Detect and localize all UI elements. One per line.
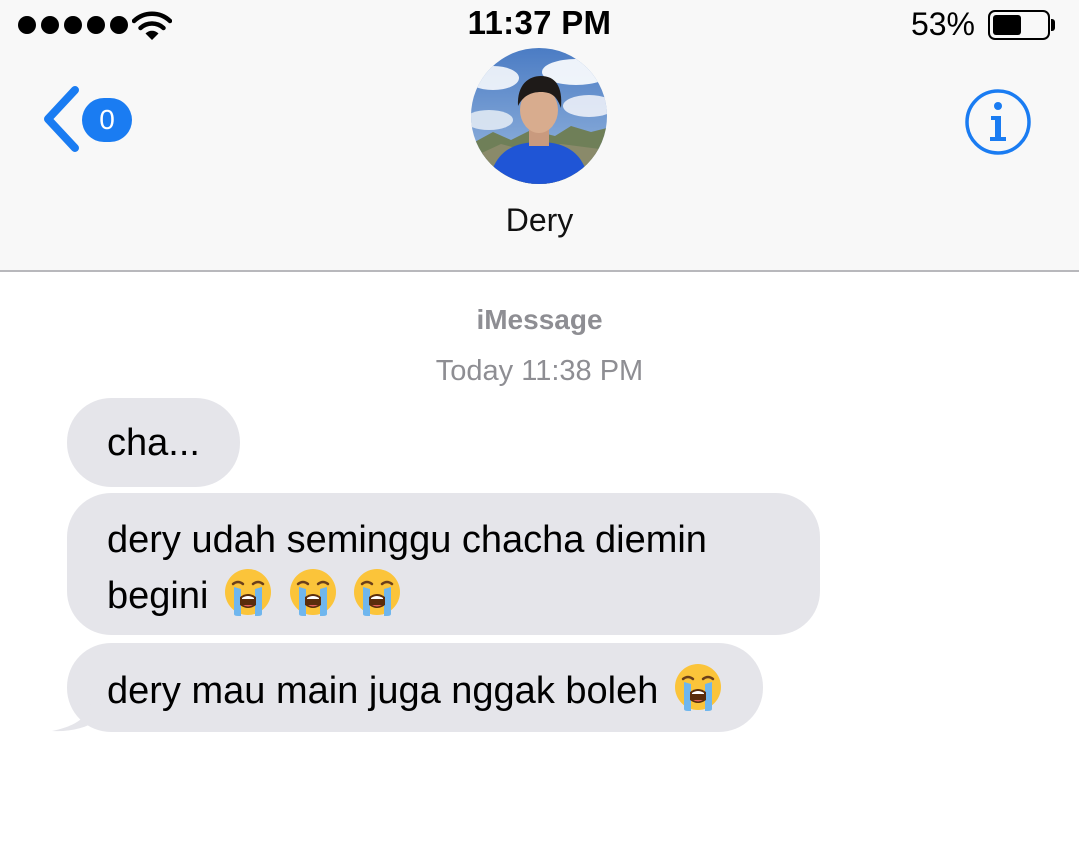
emoji-group	[669, 664, 723, 712]
chevron-left-icon	[44, 86, 79, 152]
loudly-crying-face-icon	[674, 664, 721, 711]
received-message-bubble[interactable]: cha...	[67, 398, 240, 487]
info-icon[interactable]	[964, 88, 1032, 156]
service-label: iMessage	[476, 304, 603, 335]
loudly-crying-face-icon	[289, 569, 336, 616]
message-text: dery udah seminggu chacha diemin begini	[107, 519, 707, 617]
message-text: cha...	[107, 422, 200, 464]
bubble-tail	[52, 690, 98, 732]
loudly-crying-face-icon	[354, 569, 401, 616]
imessage-screen: 11:37 PM 53% 0 Dery iMessage Today 11:38…	[0, 0, 1079, 862]
unread-count-badge: 0	[82, 98, 132, 142]
battery-percentage: 53%	[910, 6, 975, 42]
contact-name[interactable]: Dery	[0, 202, 1079, 239]
received-message-bubble[interactable]: dery udah seminggu chacha diemin begini	[67, 493, 820, 635]
avatar[interactable]	[471, 48, 607, 184]
status-bar: 11:37 PM 53%	[0, 0, 1079, 52]
received-message-bubble[interactable]: dery mau main juga nggak boleh	[67, 643, 763, 732]
battery-icon	[988, 10, 1050, 40]
loudly-crying-face-icon	[224, 569, 271, 616]
emoji-group	[219, 569, 402, 617]
message-text: dery mau main juga nggak boleh	[107, 670, 659, 712]
message-timestamp: Today 11:38 PM	[435, 355, 644, 387]
back-button[interactable]: 0	[40, 86, 140, 152]
battery-cap	[1051, 19, 1055, 31]
conversation-header: 11:37 PM 53% 0 Dery	[0, 0, 1079, 272]
